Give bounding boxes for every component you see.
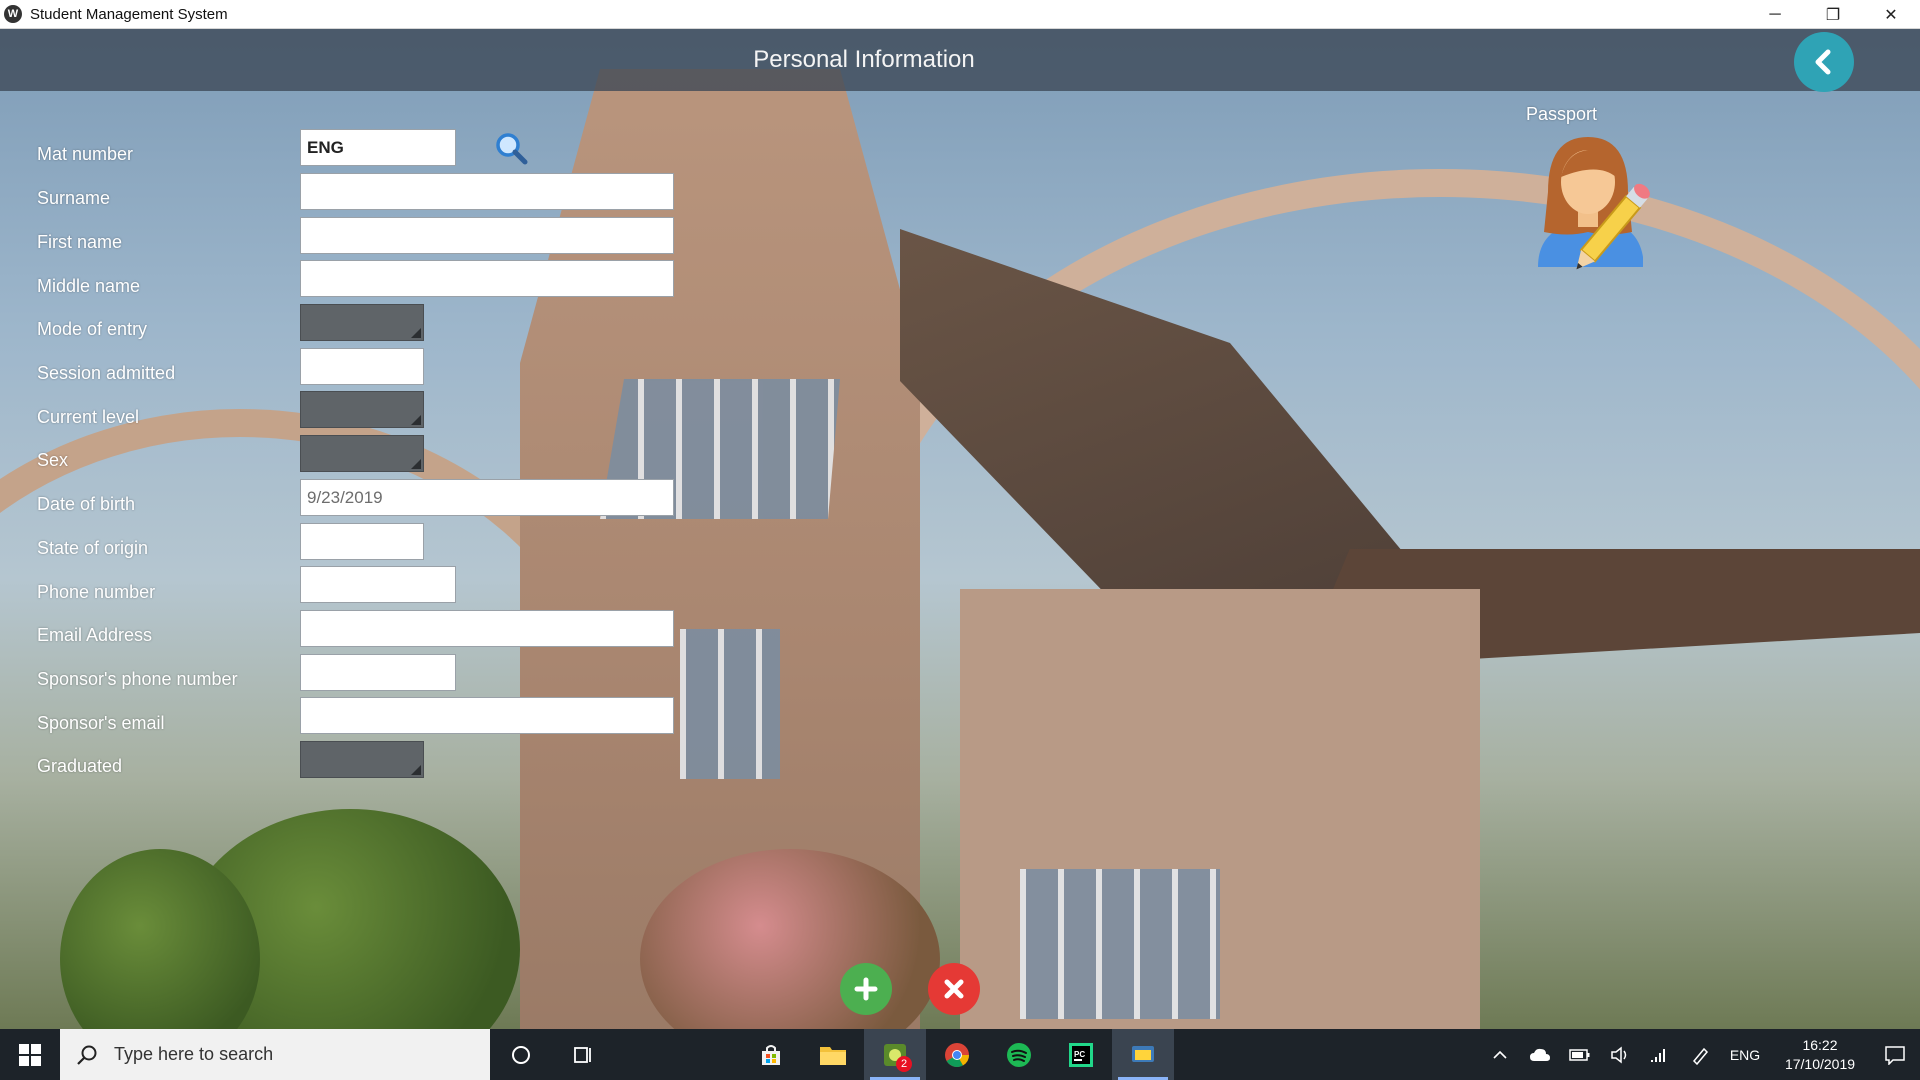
cortana-icon (512, 1045, 530, 1064)
tray-overflow-button[interactable] (1480, 1029, 1520, 1080)
restore-button[interactable]: ❐ (1804, 0, 1862, 29)
clock-time: 16:22 (1802, 1036, 1838, 1053)
sponsor-email-label: Sponsor's email (37, 713, 165, 733)
pycharm-icon: PC (1069, 1042, 1093, 1067)
store-icon (762, 1044, 780, 1065)
middle-name-input[interactable] (300, 260, 674, 297)
background-window (1020, 869, 1220, 1019)
chevron-left-icon (1815, 49, 1831, 75)
session-admitted-label: Session admitted (37, 363, 176, 383)
cancel-button[interactable] (928, 963, 980, 1015)
window-controls: ─ ❐ ✕ (1746, 0, 1920, 29)
volume-button[interactable] (1600, 1029, 1640, 1080)
avatar-edit-icon (1538, 137, 1650, 270)
passport-label: Passport (1526, 104, 1598, 124)
sex-label: Sex (37, 450, 69, 470)
date-of-birth-input[interactable]: 9/23/2019 (300, 479, 674, 516)
start-button[interactable] (0, 1029, 60, 1080)
sponsor-phone-input[interactable] (300, 654, 456, 691)
language-indicator[interactable]: ENG (1720, 1029, 1770, 1080)
plus-icon (854, 977, 878, 1001)
pen-icon (1692, 1047, 1709, 1065)
file-explorer-icon (820, 1046, 846, 1065)
python-icon (1132, 1045, 1154, 1062)
surname-input[interactable] (300, 173, 674, 210)
mode-of-entry-select[interactable] (300, 304, 424, 341)
session-admitted-input[interactable] (300, 348, 424, 385)
graduated-select[interactable] (300, 741, 424, 778)
chevron-up-icon (1493, 1050, 1507, 1059)
taskbar-search-placeholder: Type here to search (114, 1044, 274, 1064)
cortana-button[interactable] (490, 1029, 552, 1080)
chrome-button[interactable] (926, 1029, 988, 1080)
mode-of-entry-label: Mode of entry (37, 319, 148, 339)
page-title: Personal Information (753, 46, 975, 73)
passport-upload[interactable] (1528, 132, 1678, 282)
date-of-birth-label: Date of birth (37, 494, 136, 514)
state-of-origin-input[interactable] (300, 523, 424, 560)
sponsor-phone-label: Sponsor's phone number (37, 669, 238, 689)
notification-center-button[interactable] (1870, 1029, 1920, 1080)
mat-number-input[interactable]: ENG (300, 129, 456, 166)
background-window (680, 629, 780, 779)
clock[interactable]: 16:22 17/10/2019 (1770, 1029, 1870, 1080)
window-titlebar: W Student Management System ─ ❐ ✕ (0, 0, 1920, 29)
task-view-button[interactable] (552, 1029, 614, 1080)
sex-select[interactable] (300, 435, 424, 472)
window-title: Student Management System (30, 5, 228, 23)
spotify-button[interactable] (988, 1029, 1050, 1080)
volume-icon (1611, 1045, 1627, 1064)
current-level-label: Current level (37, 407, 140, 427)
minimize-button[interactable]: ─ (1746, 0, 1804, 29)
add-record-button[interactable] (840, 963, 892, 1015)
email-address-label: Email Address (37, 625, 153, 645)
first-name-label: First name (37, 232, 123, 252)
file-explorer-button[interactable] (802, 1029, 864, 1080)
pen-button[interactable] (1680, 1029, 1720, 1080)
onedrive-button[interactable] (1520, 1029, 1560, 1080)
current-level-select[interactable] (300, 391, 424, 428)
chrome-icon (945, 1042, 969, 1067)
windows-icon (19, 1043, 41, 1066)
clock-date: 17/10/2019 (1784, 1055, 1856, 1072)
cloud-icon (1530, 1048, 1550, 1061)
taskbar-search-box[interactable]: Type here to search (60, 1029, 490, 1080)
messaging-button[interactable]: 2 (864, 1029, 926, 1080)
graduated-label: Graduated (37, 756, 123, 776)
battery-icon (1569, 1048, 1590, 1061)
store-button[interactable] (740, 1029, 802, 1080)
surname-label: Surname (37, 188, 111, 208)
svg-text:PC: PC (1074, 1050, 1085, 1059)
search-icon (496, 133, 528, 165)
system-tray: ENG 16:22 17/10/2019 (1480, 1029, 1920, 1080)
python-app-button[interactable] (1112, 1029, 1174, 1080)
search-button[interactable] (494, 131, 530, 167)
search-icon (77, 1045, 97, 1065)
header-bar: Personal Information (0, 29, 1920, 91)
notification-icon (1885, 1045, 1905, 1065)
phone-number-label: Phone number (37, 582, 156, 602)
first-name-input[interactable] (300, 217, 674, 254)
network-button[interactable] (1640, 1029, 1680, 1080)
pycharm-button[interactable]: PC (1050, 1029, 1112, 1080)
back-button[interactable] (1794, 32, 1854, 92)
taskbar: Type here to search 2 PC ENG 16:22 17/10… (0, 1029, 1920, 1080)
notification-badge: 2 (896, 1056, 912, 1072)
spotify-icon (1007, 1042, 1031, 1067)
task-view-icon (574, 1046, 591, 1063)
sponsor-email-input[interactable] (300, 697, 674, 734)
app-icon: W (4, 5, 22, 23)
middle-name-label: Middle name (37, 276, 141, 296)
close-window-button[interactable]: ✕ (1862, 0, 1920, 29)
wifi-icon (1651, 1048, 1665, 1062)
battery-button[interactable] (1560, 1029, 1600, 1080)
email-address-input[interactable] (300, 610, 674, 647)
phone-number-input[interactable] (300, 566, 456, 603)
state-of-origin-label: State of origin (37, 538, 149, 558)
mat-number-label: Mat number (37, 144, 134, 164)
close-icon (944, 979, 964, 999)
